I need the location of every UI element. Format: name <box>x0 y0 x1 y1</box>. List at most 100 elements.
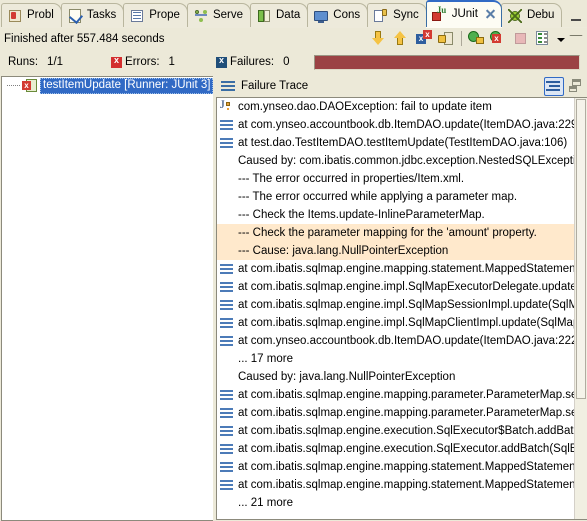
trace-line[interactable]: at com.ynseo.accountbook.db.ItemDAO.upda… <box>217 332 574 350</box>
properties-icon <box>129 8 145 24</box>
scrollbar-thumb[interactable] <box>576 99 586 399</box>
minimize-chevron-icon[interactable] <box>568 30 584 48</box>
failure-trace-body[interactable]: com.ynseo.dao.DAOException: fail to upda… <box>216 97 587 520</box>
trace-line[interactable]: --- The error occurred in properties/Ite… <box>217 170 574 188</box>
test-run-history-icon[interactable] <box>533 29 553 48</box>
trace-line-highlighted[interactable]: --- Check the parameter mapping for the … <box>217 224 574 242</box>
data-icon <box>256 8 272 24</box>
trace-line[interactable]: at com.ibatis.sqlmap.engine.impl.SqlMapC… <box>217 314 574 332</box>
trace-line-text: Caused by: com.ibatis.common.jdbc.except… <box>238 155 574 167</box>
trace-line[interactable]: at test.dao.TestItemDAO.testItemUpdate(T… <box>217 134 574 152</box>
show-failures-only-icon[interactable] <box>414 29 434 48</box>
tab-console[interactable]: Cons <box>307 3 369 27</box>
error-badge-icon <box>111 55 123 68</box>
tab-label: Tasks <box>86 8 117 21</box>
trace-line[interactable]: Caused by: java.lang.NullPointerExceptio… <box>217 368 574 386</box>
failure-badge-icon <box>215 55 227 68</box>
tasks-icon <box>67 8 83 24</box>
trace-line-text: com.ynseo.dao.DAOException: fail to upda… <box>238 101 492 113</box>
next-failure-icon[interactable] <box>370 29 390 48</box>
runs-counter: Runs: 1/1 <box>8 56 63 68</box>
trace-line-text: at test.dao.TestItemDAO.testItemUpdate(T… <box>238 137 568 149</box>
tab-debug[interactable]: Debu <box>500 3 563 27</box>
tab-label: Cons <box>333 8 361 21</box>
tab-label: Prope <box>149 8 180 21</box>
trace-line-text: at com.ynseo.accountbook.db.ItemDAO.upda… <box>238 335 574 347</box>
tab-problems[interactable]: Probl <box>1 3 62 27</box>
junit-view: Probl Tasks Prope Serve Data Cons Sync J… <box>0 0 587 521</box>
trace-line[interactable]: at com.ibatis.sqlmap.engine.mapping.stat… <box>217 458 574 476</box>
trace-line[interactable]: com.ynseo.dao.DAOException: fail to upda… <box>217 98 574 116</box>
trace-line[interactable]: at com.ibatis.sqlmap.engine.mapping.para… <box>217 404 574 422</box>
java-exception-icon <box>219 98 235 115</box>
trace-line-text: at com.ibatis.sqlmap.engine.execution.Sq… <box>238 443 574 455</box>
trace-vertical-scrollbar[interactable] <box>574 98 587 519</box>
rerun-test-icon[interactable] <box>467 29 487 48</box>
maximize-trace-button[interactable] <box>565 77 585 96</box>
test-tree[interactable]: testItemUpdate [Runner: JUnit 3] <box>1 76 213 521</box>
trace-line[interactable]: at com.ibatis.sqlmap.engine.impl.SqlMapS… <box>217 296 574 314</box>
view-menu-arrow-icon[interactable] <box>555 30 566 48</box>
stack-frame-icon <box>219 279 235 295</box>
trace-line-text: at com.ibatis.sqlmap.engine.mapping.stat… <box>238 263 574 275</box>
stack-frame-icon <box>219 315 235 331</box>
trace-line-text: at com.ibatis.sqlmap.engine.mapping.stat… <box>238 461 574 473</box>
errors-value: 1 <box>168 56 175 68</box>
trace-line[interactable]: at com.ibatis.sqlmap.engine.execution.Sq… <box>217 422 574 440</box>
minimize-icon[interactable] <box>571 13 582 22</box>
lock-scroll-icon[interactable] <box>436 29 456 48</box>
trace-line[interactable]: at com.ibatis.sqlmap.engine.impl.SqlMapE… <box>217 278 574 296</box>
stack-frame-icon <box>219 441 235 457</box>
runs-label: Runs: <box>8 56 39 68</box>
errors-counter: Errors: 1 <box>111 55 175 68</box>
trace-line-highlighted[interactable]: --- Cause: java.lang.NullPointerExceptio… <box>217 242 574 260</box>
stack-frame-icon <box>219 477 235 493</box>
trace-line-text: --- Check the Items.update-InlineParamet… <box>238 209 485 221</box>
stack-frame-icon <box>219 333 235 349</box>
trace-bars-icon <box>220 78 236 94</box>
tab-tasks[interactable]: Tasks <box>60 3 125 27</box>
tab-synchronize[interactable]: Sync <box>367 3 427 27</box>
trace-line[interactable]: --- The error occurred while applying a … <box>217 188 574 206</box>
close-icon[interactable] <box>485 9 496 20</box>
trace-line[interactable]: at com.ibatis.sqlmap.engine.mapping.para… <box>217 386 574 404</box>
failures-value: 0 <box>283 56 290 68</box>
tab-label: Serve <box>212 8 243 21</box>
trace-line[interactable]: at com.ibatis.sqlmap.engine.mapping.stat… <box>217 476 574 494</box>
stack-frame-icon <box>219 117 235 133</box>
tree-row[interactable]: testItemUpdate [Runner: JUnit 3] <box>2 77 213 95</box>
trace-line[interactable]: Caused by: com.ibatis.common.jdbc.except… <box>217 152 574 170</box>
debug-icon <box>507 8 523 24</box>
failure-trace-buttons <box>544 76 587 96</box>
stack-frame-icon <box>219 135 235 151</box>
tab-data[interactable]: Data <box>250 3 309 27</box>
tab-junit[interactable]: JUnit <box>425 0 502 27</box>
trace-line[interactable]: ... 21 more <box>217 494 574 512</box>
tab-label: Probl <box>27 8 54 21</box>
trace-line[interactable]: ... 17 more <box>217 350 574 368</box>
trace-line[interactable]: at com.ibatis.sqlmap.engine.mapping.stat… <box>217 260 574 278</box>
filter-stack-trace-button[interactable] <box>544 76 564 96</box>
trace-line-text: at com.ibatis.sqlmap.engine.mapping.para… <box>238 389 574 401</box>
view-tab-bar: Probl Tasks Prope Serve Data Cons Sync J… <box>0 0 587 27</box>
runs-value: 1/1 <box>47 56 64 68</box>
stop-icon[interactable] <box>511 29 531 48</box>
trace-line-text: at com.ibatis.sqlmap.engine.impl.SqlMapC… <box>238 317 574 329</box>
tab-label: Debu <box>526 8 555 21</box>
tree-item-label: testItemUpdate [Runner: JUnit 3] <box>40 78 213 94</box>
junit-icon <box>431 5 448 23</box>
trace-line[interactable]: --- Check the Items.update-InlineParamet… <box>217 206 574 224</box>
test-failed-icon <box>22 78 38 94</box>
tab-servers[interactable]: Serve <box>186 3 251 27</box>
tab-properties[interactable]: Prope <box>123 3 188 27</box>
counter-panel: Runs: 1/1 Errors: 1 Failures: 0 <box>0 49 587 75</box>
trace-line-text: at com.ibatis.sqlmap.engine.impl.SqlMapS… <box>238 299 574 311</box>
previous-failure-icon[interactable] <box>392 29 412 48</box>
failures-label: Failures: <box>229 56 275 68</box>
trace-line[interactable]: at com.ynseo.accountbook.db.ItemDAO.upda… <box>217 116 574 134</box>
status-bar: Finished after 557.484 seconds <box>0 27 587 49</box>
main-split: testItemUpdate [Runner: JUnit 3] Failure… <box>0 75 587 521</box>
servers-icon <box>193 8 209 24</box>
rerun-failed-tests-icon[interactable] <box>489 29 509 48</box>
trace-line[interactable]: at com.ibatis.sqlmap.engine.execution.Sq… <box>217 440 574 458</box>
